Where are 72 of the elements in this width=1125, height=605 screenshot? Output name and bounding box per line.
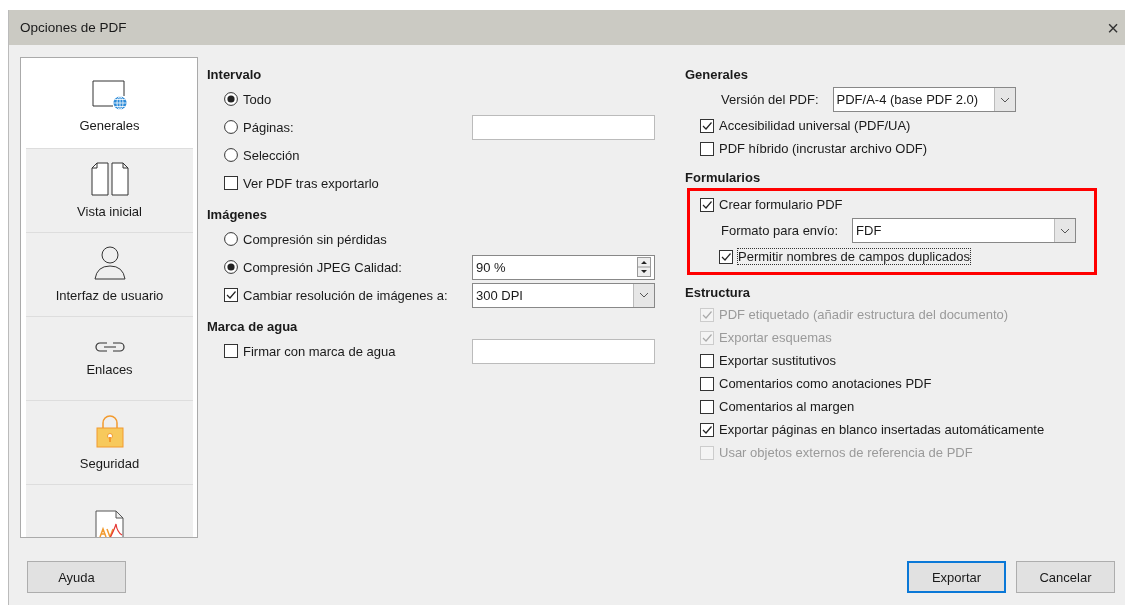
option-label: Comentarios como anotaciones PDF <box>719 376 932 391</box>
option-label: Exportar sustitutivos <box>719 353 837 368</box>
user-icon <box>92 246 127 280</box>
dropdown[interactable]: 300 DPI <box>472 282 655 308</box>
sidebar-label: Interfaz de usuario <box>55 288 164 303</box>
dropdown[interactable]: PDF/A-4 (base PDF 2.0) <box>832 87 1016 112</box>
sidebar-label: Vista inicial <box>77 204 142 219</box>
checkbox[interactable] <box>700 141 714 156</box>
option-label: Exportar páginas en blanco insertadas automáticamente <box>719 422 1045 437</box>
radio-button[interactable] <box>224 148 238 162</box>
sidebar-item[interactable]: Vista inicial <box>26 149 193 233</box>
option-label: Cambiar resolución de imágenes a: <box>243 287 448 303</box>
option-label: Comentarios al margen <box>719 399 855 414</box>
spin-field[interactable]: 90 % <box>472 254 655 280</box>
section-heading: Marca de agua <box>207 318 299 336</box>
sidebar-item[interactable]: Enlaces <box>26 317 193 401</box>
radio-button[interactable] <box>224 92 238 106</box>
option-label: Permitir nombres de campos duplicados <box>738 249 970 264</box>
padlock-icon <box>94 414 125 448</box>
option-label: Páginas: <box>243 119 294 135</box>
option-label: PDF etiquetado (añadir estructura del documento) <box>719 307 1009 322</box>
option-label: Accesibilidad universal (PDF/UA) <box>719 118 911 133</box>
option-label: Crear formulario PDF <box>719 197 843 212</box>
sidebar-item[interactable]: Interfaz de usuario <box>26 233 193 317</box>
option-label: Firmar con marca de agua <box>243 343 396 359</box>
export-button[interactable]: Exportar <box>907 561 1006 593</box>
checkbox[interactable] <box>700 197 714 212</box>
spin-arrows-icon[interactable] <box>637 257 651 277</box>
chevron-down-icon <box>1060 227 1070 234</box>
sidebar-label: Generales <box>79 118 140 133</box>
field-label: Formato para envío: <box>721 223 839 238</box>
link-icon <box>92 340 127 354</box>
chevron-down-icon <box>639 292 649 298</box>
option-label: Compresión sin pérdidas <box>243 231 387 247</box>
option-label: Ver PDF tras exportarlo <box>243 175 379 191</box>
checkbox[interactable] <box>700 376 714 391</box>
option-label: Usar objetos externos de referencia de PDF <box>719 445 973 460</box>
checkbox[interactable] <box>700 422 714 437</box>
checkbox[interactable] <box>224 176 238 190</box>
checkbox[interactable] <box>700 399 714 414</box>
cancel-button[interactable]: Cancelar <box>1016 561 1115 593</box>
checkbox[interactable] <box>719 249 733 264</box>
pages-icon <box>90 162 129 196</box>
input-field[interactable] <box>472 338 655 364</box>
chevron-down-icon <box>999 96 1010 103</box>
option-label: Exportar esquemas <box>719 330 832 345</box>
sidebar-label: Seguridad <box>79 456 140 471</box>
field-label: Versión del PDF: <box>721 92 819 107</box>
input-field[interactable] <box>472 114 655 140</box>
radio-button[interactable] <box>224 260 238 274</box>
checkbox[interactable] <box>224 344 238 358</box>
radio-button[interactable] <box>224 232 238 246</box>
section-heading: Intervalo <box>207 66 263 84</box>
window-globe-icon <box>91 80 128 110</box>
close-button[interactable]: × <box>1101 17 1125 38</box>
help-button[interactable]: Ayuda <box>27 561 126 593</box>
section-heading: Estructura <box>685 284 752 302</box>
radio-button[interactable] <box>224 120 238 134</box>
sidebar-label: Enlaces <box>86 362 133 377</box>
option-label: Todo <box>243 91 272 107</box>
section-heading: Formularios <box>685 169 762 187</box>
option-label: PDF híbrido (incrustar archivo ODF) <box>719 141 928 156</box>
checkbox[interactable] <box>224 288 238 302</box>
option-label: Selección <box>243 147 300 163</box>
sidebar-item[interactable]: Seguridad <box>26 401 193 485</box>
checkbox[interactable] <box>700 353 714 368</box>
dropdown[interactable]: FDF <box>852 218 1076 243</box>
window-title: Opciones de PDF <box>20 20 127 35</box>
option-label: Compresión JPEG Calidad: <box>243 259 402 275</box>
section-heading: Generales <box>685 66 749 84</box>
section-heading: Imágenes <box>207 206 268 224</box>
checkbox[interactable] <box>700 118 714 133</box>
